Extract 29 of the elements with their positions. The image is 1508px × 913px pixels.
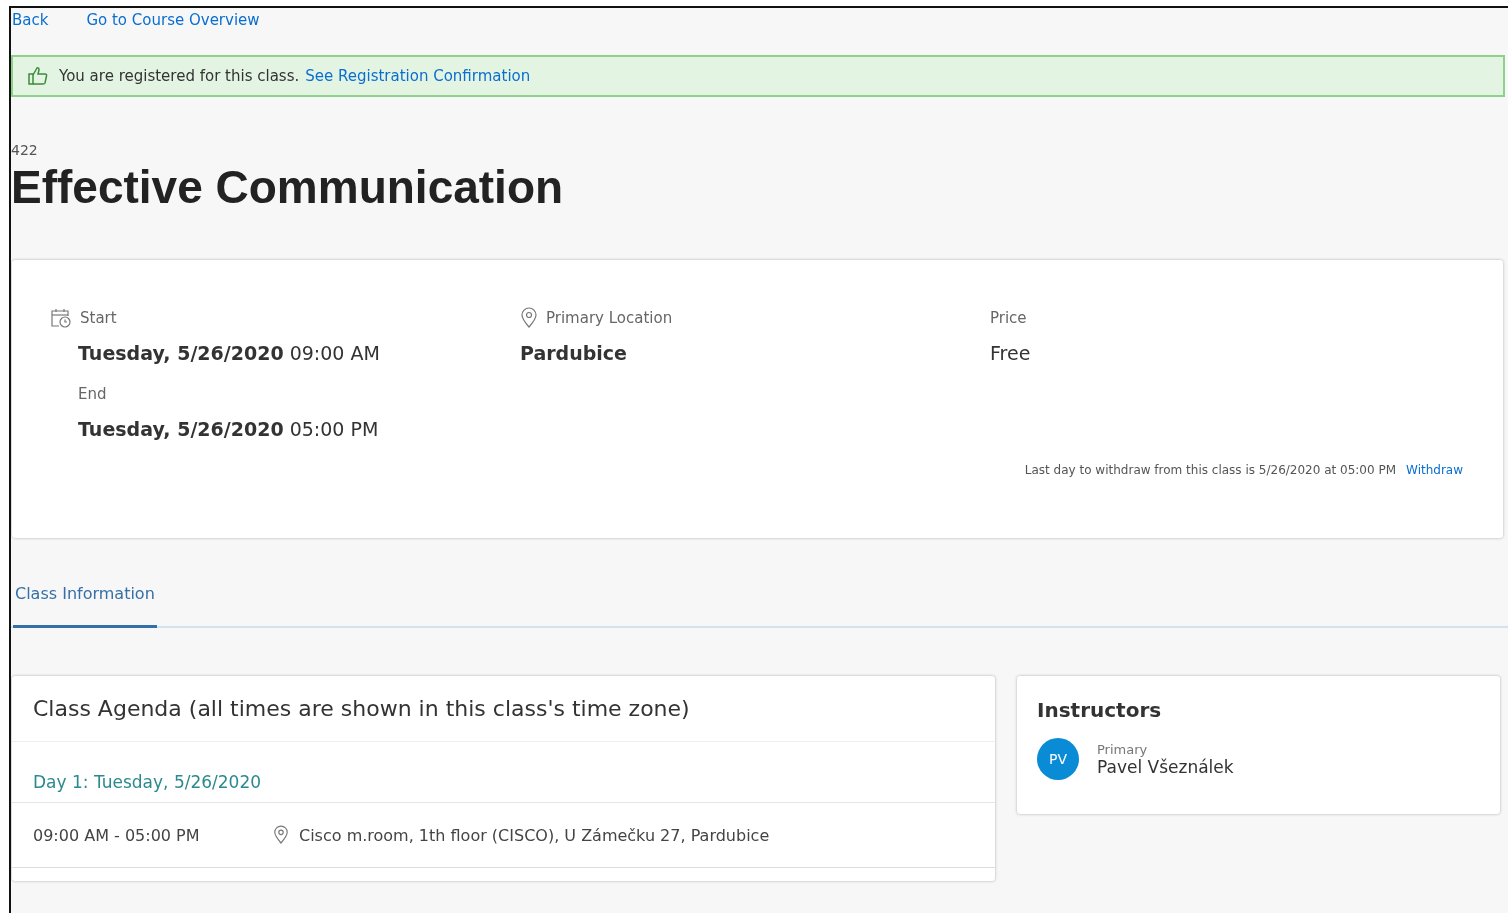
withdraw-link[interactable]: Withdraw	[1406, 463, 1463, 477]
agenda-title: Class Agenda (all times are shown in this class's time zone)	[12, 676, 995, 742]
end-datetime: Tuesday, 5/26/2020 05:00 PM	[77, 418, 380, 440]
instructor-role: Primary	[1097, 741, 1149, 757]
location-pin-icon	[520, 307, 538, 329]
instructors-title: Instructors	[1037, 698, 1163, 722]
nav-link[interactable]: Back	[12, 11, 49, 55]
location-pin-icon	[273, 825, 289, 845]
calendar-clock-icon	[50, 307, 72, 329]
confirmation-link[interactable]: See Registration Confirmation	[305, 67, 531, 85]
session-time: 09:00 AM - 05:00 PM	[33, 825, 201, 845]
field-label: Start	[80, 309, 117, 327]
course-title: Effective Communication	[11, 160, 565, 214]
withdraw-note: Last day to withdraw from this class is 5/26/2020 at 05:00 PM	[1024, 463, 1397, 477]
start-datetime: Tuesday, 5/26/2020 09:00 AM	[77, 342, 381, 364]
day-heading: Day 1: Tuesday, 5/26/2020	[12, 742, 995, 803]
price-value: Free	[990, 342, 1032, 364]
field-label: Price	[990, 309, 1027, 327]
tab[interactable]: Class Information	[13, 578, 157, 628]
field-label: End	[78, 385, 107, 403]
nav-link[interactable]: Go to Course Overview	[86, 11, 260, 55]
location-value: Pardubice	[520, 342, 627, 364]
instructor-name: Pavel Všeználek	[1097, 756, 1234, 777]
thumbs-up-icon	[27, 65, 49, 87]
session-location: Cisco m.room, 1th floor (CISCO), U Zámečku 27, Pardubice	[299, 825, 770, 845]
avatar: PV	[1037, 738, 1079, 780]
banner-message: You are registered for this class.	[59, 67, 300, 85]
course-number: 422	[11, 142, 39, 158]
field-label: Primary Location	[546, 309, 673, 327]
